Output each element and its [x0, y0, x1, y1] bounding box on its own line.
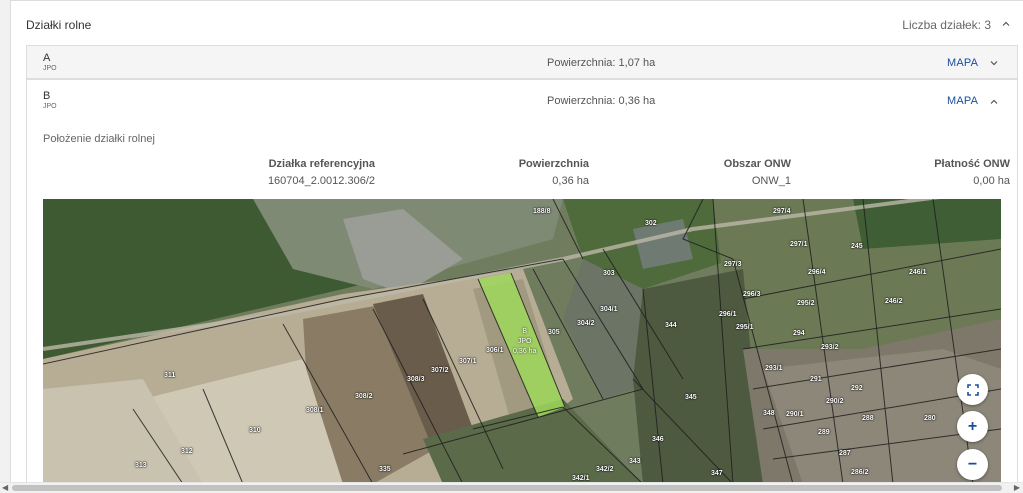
parcel-label: 296/3 — [743, 291, 761, 298]
map-link[interactable]: MAPA — [947, 95, 978, 107]
parcel-label: 280 — [924, 415, 936, 422]
column-header: Płatność ONW — [934, 158, 1010, 170]
panel-title: Działki rolne — [26, 18, 92, 32]
parcel-label: 246/1 — [909, 269, 927, 276]
onw-area-column: Obszar ONW ONW_1 — [724, 158, 791, 187]
parcel-label: 288 — [862, 415, 874, 422]
parcel-label: 347 — [711, 470, 723, 477]
plot-code: JPO — [43, 65, 57, 72]
parcel-label: 293/2 — [821, 344, 839, 351]
area-column: Powierzchnia 0,36 ha — [519, 158, 589, 187]
parcel-label: 188/8 — [533, 208, 551, 215]
chevron-down-icon[interactable] — [989, 58, 999, 68]
parcel-label: 307/2 — [431, 367, 449, 374]
parcel-label: 348 — [763, 410, 775, 417]
parcel-label: 286/2 — [851, 469, 869, 476]
parcel-label: 294 — [793, 330, 805, 337]
plot-map-letter: B — [522, 328, 528, 335]
onw-payment-column: Płatność ONW 0,00 ha — [934, 158, 1010, 187]
fullscreen-button[interactable] — [957, 374, 988, 405]
chevron-up-icon[interactable] — [989, 97, 999, 107]
plot-area: Powierzchnia: 0,36 ha — [547, 95, 656, 107]
column-value: ONW_1 — [751, 175, 791, 187]
parcel-label: 295/2 — [797, 300, 815, 307]
scrollbar-thumb[interactable] — [12, 485, 1002, 491]
parcel-label: 296/1 — [719, 311, 737, 318]
parcel-label: 312 — [181, 448, 193, 455]
parcel-label: 343 — [629, 458, 641, 465]
plot-code: JPO — [43, 103, 57, 110]
plot-letter: A — [43, 52, 51, 64]
parcel-label: 304/1 — [600, 306, 618, 313]
plot-map-label: B JPO 0,36 ha — [513, 327, 536, 357]
parcel-label: 287 — [839, 450, 851, 457]
parcel-label: 307/1 — [459, 358, 477, 365]
parcel-label: 342/2 — [596, 466, 614, 473]
parcel-label: 296/4 — [808, 269, 826, 276]
parcel-label: 308/1 — [306, 407, 324, 414]
agricultural-plots-panel: Działki rolne Liczba działek: 3 A JPO Po… — [11, 0, 1023, 484]
parcel-label: 345 — [685, 394, 697, 401]
parcel-label: 313 — [135, 462, 147, 469]
plot-letter: B — [43, 90, 51, 102]
chevron-up-icon[interactable] — [1001, 19, 1011, 29]
fullscreen-icon — [966, 383, 979, 396]
parcel-label: 342/1 — [572, 475, 590, 482]
parcel-label: 310 — [249, 427, 261, 434]
parcel-label: 291 — [810, 376, 822, 383]
parcel-label: 293/1 — [765, 365, 783, 372]
page: Działki rolne Liczba działek: 3 A JPO Po… — [0, 0, 1023, 492]
plot-count: Liczba działek: 3 — [902, 18, 991, 32]
parcel-label: 297/3 — [724, 261, 742, 268]
parcel-label: 292 — [851, 385, 863, 392]
parcel-label: 344 — [665, 322, 677, 329]
parcel-label: 289 — [818, 429, 830, 436]
reference-parcel-column: Działka referencyjna 160704_2.0012.306/2 — [268, 158, 375, 187]
plot-map-code: JPO — [517, 338, 532, 345]
column-value: 0,36 ha — [552, 175, 589, 187]
parcel-label: 305 — [548, 329, 560, 336]
plot-map-area: 0,36 ha — [513, 348, 537, 355]
plot-row-b: B JPO Powierzchnia: 0,36 ha MAPA Położen… — [26, 79, 1018, 484]
parcel-label: 303 — [603, 270, 615, 277]
parcel-label: 297/4 — [773, 208, 791, 215]
column-header: Powierzchnia — [518, 158, 589, 170]
column-value: 160704_2.0012.306/2 — [267, 175, 375, 187]
section-title: Położenie działki rolnej — [43, 133, 155, 145]
parcel-label: 306/1 — [486, 347, 504, 354]
parcel-label: 246/2 — [885, 298, 903, 305]
parcel-label: 290/1 — [786, 411, 804, 418]
parcel-label: 297/1 — [790, 241, 808, 248]
parcel-label: 308/2 — [355, 393, 373, 400]
column-value: 0,00 ha — [973, 175, 1010, 187]
plot-area: Powierzchnia: 1,07 ha — [547, 57, 656, 69]
zoom-in-button[interactable]: + — [957, 411, 988, 442]
parcel-label: 295/1 — [736, 324, 754, 331]
parcel-label: 335 — [379, 466, 391, 473]
zoom-out-button[interactable]: − — [957, 449, 988, 480]
horizontal-scrollbar[interactable]: ◀ ▶ — [0, 482, 1023, 492]
parcel-label: 304/2 — [577, 320, 595, 327]
parcel-label: 290/2 — [826, 398, 844, 405]
panel-header[interactable]: Działki rolne Liczba działek: 3 — [11, 1, 1023, 45]
plot-row-a[interactable]: A JPO Powierzchnia: 1,07 ha MAPA — [26, 45, 1018, 79]
parcel-map[interactable]: 188/8 302 297/4 297/1 245 297/3 296/4 246/1 303 2… — [43, 199, 1001, 484]
parcel-label: 308/3 — [407, 376, 425, 383]
parcel-label: 346 — [652, 436, 664, 443]
parcel-label: 245 — [851, 243, 863, 250]
map-link[interactable]: MAPA — [947, 57, 978, 69]
parcel-label: 302 — [645, 220, 657, 227]
parcel-label: 311 — [164, 372, 176, 379]
column-header: Działka referencyjna — [268, 158, 375, 170]
column-header: Obszar ONW — [723, 158, 791, 170]
